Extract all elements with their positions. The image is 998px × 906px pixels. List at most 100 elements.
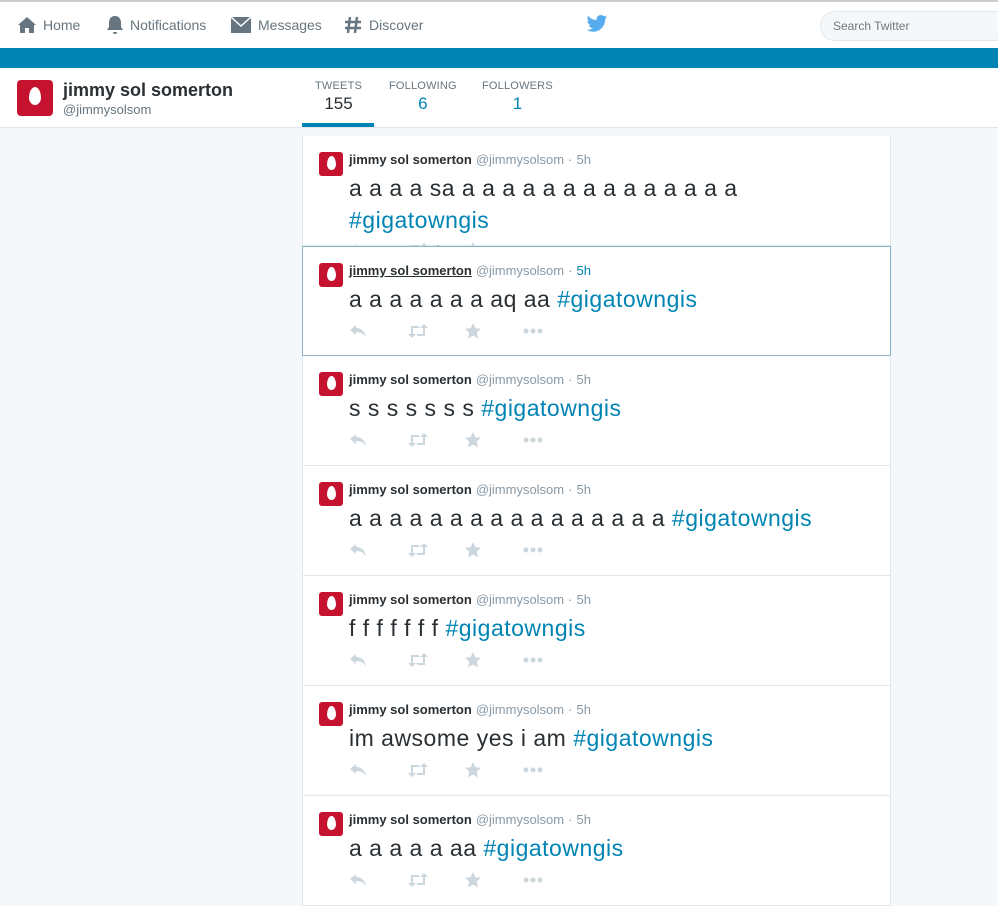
tweet-timestamp[interactable]: 5h: [576, 372, 590, 387]
favorite-button[interactable]: [465, 323, 523, 339]
tweet[interactable]: jimmy sol somerton @jimmysolsom · 5h a a a …: [302, 466, 891, 576]
tweet-author-handle[interactable]: @jimmysolsom: [476, 812, 564, 827]
reply-button[interactable]: [349, 433, 407, 447]
twitter-bird-icon[interactable]: [586, 14, 608, 34]
tweet-avatar[interactable]: [319, 372, 343, 396]
tweet-author-name[interactable]: jimmy sol somerton: [349, 592, 472, 607]
tweet-hashtag[interactable]: #gigatowngis: [573, 725, 713, 751]
retweet-button[interactable]: [407, 763, 465, 777]
tweet[interactable]: jimmy sol somerton @jimmysolsom · 5h s s s …: [302, 356, 891, 466]
tweet-hashtag[interactable]: #gigatowngis: [445, 615, 585, 641]
tweet-avatar[interactable]: [319, 592, 343, 616]
tweet-timestamp[interactable]: 5h: [576, 702, 590, 717]
stat-followers-value: 1: [512, 94, 523, 113]
tweet-body: a a a a a a a aq aa: [349, 286, 558, 312]
tweet-hashtag[interactable]: #gigatowngis: [483, 835, 623, 861]
more-dots-icon: [523, 547, 543, 553]
more-button[interactable]: [523, 767, 581, 773]
tweet-header: jimmy sol somerton @jimmysolsom · 5h: [349, 152, 591, 167]
tweet-actions: [349, 652, 581, 668]
egg-icon: [327, 816, 336, 830]
tweet[interactable]: jimmy sol somerton @jimmysolsom · 5h a a a …: [302, 246, 891, 356]
avatar[interactable]: [17, 80, 53, 116]
nav-notifications[interactable]: Notifications: [106, 2, 206, 48]
tweet-author-name[interactable]: jimmy sol somerton: [349, 372, 472, 387]
tweet-author-name[interactable]: jimmy sol somerton: [349, 152, 472, 167]
profile-bar: jimmy sol somerton @jimmysolsom TWEETS 1…: [0, 68, 998, 128]
retweet-icon: [408, 433, 428, 447]
tweet[interactable]: jimmy sol somerton @jimmysolsom · 5h a a a …: [302, 136, 891, 258]
tweet-avatar[interactable]: [319, 482, 343, 506]
favorite-button[interactable]: [465, 762, 523, 778]
tweet-author-name[interactable]: jimmy sol somerton: [349, 812, 472, 827]
reply-button[interactable]: [349, 653, 407, 667]
tweet-avatar[interactable]: [319, 152, 343, 176]
tweet-text: im awsome yes i am #gigatowngis: [349, 722, 879, 754]
tweet-author-handle[interactable]: @jimmysolsom: [476, 372, 564, 387]
tweet-author-handle[interactable]: @jimmysolsom: [476, 263, 564, 278]
favorite-button[interactable]: [465, 432, 523, 448]
stat-following[interactable]: FOLLOWING 6: [389, 80, 457, 114]
star-icon: [465, 432, 481, 448]
nav-home[interactable]: Home: [17, 2, 80, 48]
tweet-author-handle[interactable]: @jimmysolsom: [476, 152, 564, 167]
search-input[interactable]: [820, 11, 998, 41]
tweet-hashtag[interactable]: #gigatowngis: [481, 395, 621, 421]
tweet-timestamp[interactable]: 5h: [576, 152, 590, 167]
favorite-button[interactable]: [465, 652, 523, 668]
retweet-button[interactable]: [407, 433, 465, 447]
tweet[interactable]: jimmy sol somerton @jimmysolsom · 5h a a a …: [302, 796, 891, 906]
egg-icon: [327, 706, 336, 720]
favorite-button[interactable]: [465, 542, 523, 558]
tweet-hashtag[interactable]: #gigatowngis: [672, 505, 812, 531]
retweet-button[interactable]: [407, 543, 465, 557]
reply-icon: [350, 654, 366, 666]
tweet-header: jimmy sol somerton @jimmysolsom · 5h: [349, 482, 591, 497]
bell-icon: [107, 16, 123, 34]
reply-button[interactable]: [349, 324, 407, 338]
profile-name[interactable]: jimmy sol somerton: [63, 80, 233, 101]
nav-messages[interactable]: Messages: [230, 2, 322, 48]
tweet-separator: ·: [568, 702, 573, 717]
reply-icon: [350, 764, 366, 776]
star-icon: [465, 652, 481, 668]
tweet-hashtag[interactable]: #gigatowngis: [349, 207, 489, 233]
more-button[interactable]: [523, 657, 581, 663]
tweet-author-name[interactable]: jimmy sol somerton: [349, 263, 472, 278]
retweet-button[interactable]: [407, 653, 465, 667]
stat-tweets[interactable]: TWEETS 155: [315, 80, 362, 114]
tweet-author-name[interactable]: jimmy sol somerton: [349, 702, 472, 717]
tweet-avatar[interactable]: [319, 702, 343, 726]
more-button[interactable]: [523, 328, 581, 334]
tweet-text: a a a a a a a aq aa #gigatowngis: [349, 283, 879, 315]
tweet-author-handle[interactable]: @jimmysolsom: [476, 702, 564, 717]
tweet[interactable]: jimmy sol somerton @jimmysolsom · 5h f f f …: [302, 576, 891, 686]
stat-followers[interactable]: FOLLOWERS 1: [482, 80, 553, 114]
tweet[interactable]: jimmy sol somerton @jimmysolsom · 5h im aws…: [302, 686, 891, 796]
tweet-separator: ·: [568, 592, 573, 607]
more-button[interactable]: [523, 437, 581, 443]
tweet-text: s s s s s s s #gigatowngis: [349, 392, 879, 424]
star-icon: [465, 762, 481, 778]
tweet-author-name[interactable]: jimmy sol somerton: [349, 482, 472, 497]
favorite-button[interactable]: [465, 872, 523, 888]
retweet-button[interactable]: [407, 324, 465, 338]
more-button[interactable]: [523, 547, 581, 553]
reply-button[interactable]: [349, 873, 407, 887]
tweet-timestamp[interactable]: 5h: [576, 263, 590, 278]
retweet-icon: [408, 324, 428, 338]
tweet-timestamp[interactable]: 5h: [576, 482, 590, 497]
stat-tweets-label: TWEETS: [315, 80, 363, 92]
retweet-button[interactable]: [407, 873, 465, 887]
tweet-avatar[interactable]: [319, 812, 343, 836]
reply-button[interactable]: [349, 763, 407, 777]
tweet-timestamp[interactable]: 5h: [576, 592, 590, 607]
reply-button[interactable]: [349, 543, 407, 557]
more-button[interactable]: [523, 877, 581, 883]
tweet-author-handle[interactable]: @jimmysolsom: [476, 482, 564, 497]
tweet-timestamp[interactable]: 5h: [576, 812, 590, 827]
nav-discover[interactable]: Discover: [343, 2, 423, 48]
tweet-author-handle[interactable]: @jimmysolsom: [476, 592, 564, 607]
tweet-avatar[interactable]: [319, 263, 343, 287]
tweet-hashtag[interactable]: #gigatowngis: [557, 286, 697, 312]
